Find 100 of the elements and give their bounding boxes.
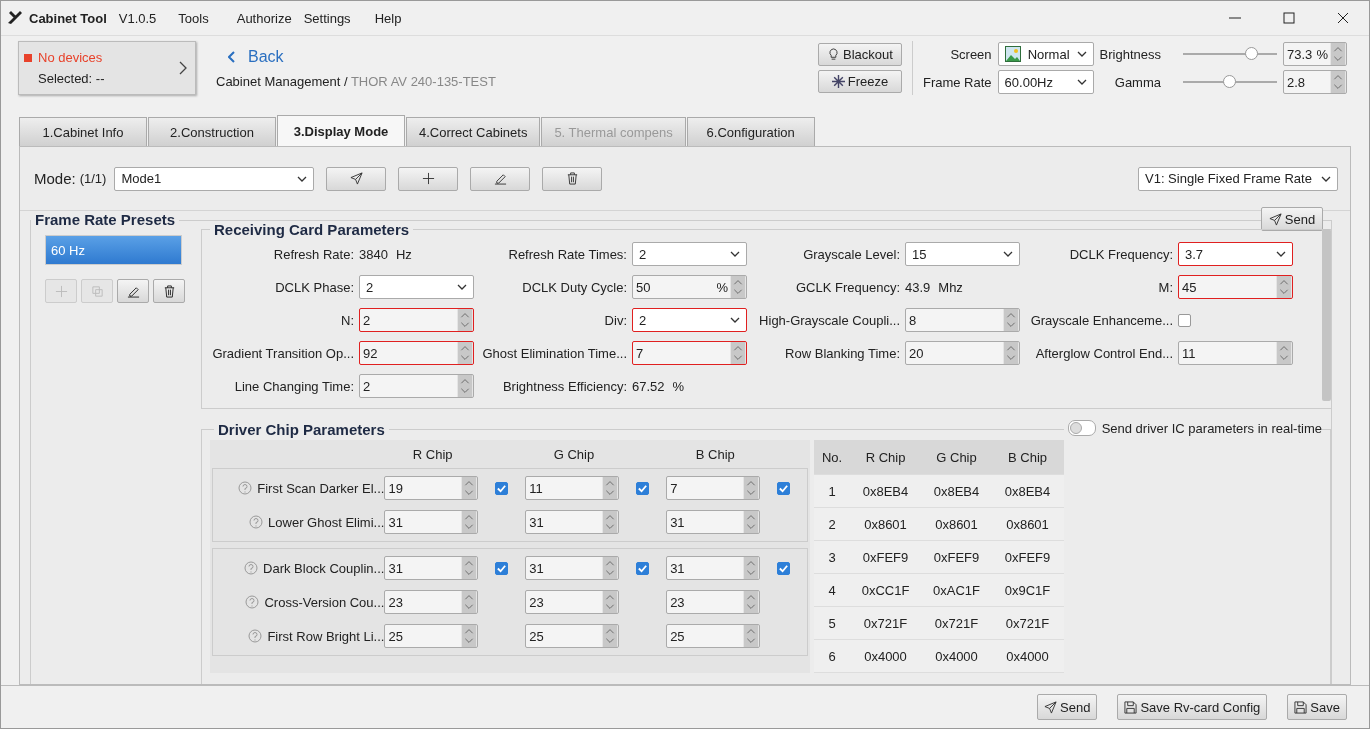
spinner-arrows-icon[interactable] — [457, 342, 473, 364]
spinner-arrows-icon[interactable] — [602, 477, 619, 499]
number-field[interactable]: 31 — [384, 510, 479, 534]
spinner-arrows-icon[interactable] — [461, 557, 478, 579]
number-field[interactable]: 31 — [666, 510, 761, 534]
edit-button[interactable] — [470, 166, 531, 191]
dropdown[interactable]: 2 — [632, 242, 747, 266]
scrollbar[interactable] — [1322, 229, 1331, 401]
number-field[interactable]: 2 — [359, 374, 474, 398]
tab[interactable]: 3.Display Mode — [277, 115, 405, 146]
spinner-arrows-icon[interactable] — [461, 625, 478, 647]
dropdown[interactable]: 3.7 — [1178, 242, 1293, 266]
screen-dropdown[interactable]: Normal — [997, 42, 1094, 66]
spinner-arrows-icon[interactable] — [602, 557, 619, 579]
number-field[interactable]: 8 — [905, 308, 1020, 332]
tab[interactable]: 6.Configuration — [686, 117, 815, 146]
dropdown[interactable]: 2 — [359, 275, 474, 299]
tab[interactable]: 2.Construction — [148, 117, 276, 146]
help-icon[interactable] — [238, 481, 253, 495]
edit-button[interactable] — [117, 279, 149, 303]
gamma-field[interactable]: 2.8 — [1283, 70, 1347, 94]
spinner-arrows-icon[interactable] — [743, 557, 760, 579]
number-field[interactable]: 2 — [359, 308, 474, 332]
number-field[interactable]: 31 — [666, 556, 761, 580]
checkbox[interactable] — [636, 561, 650, 575]
number-field[interactable]: 7 — [632, 341, 747, 365]
number-field[interactable]: 92 — [359, 341, 474, 365]
spinner-arrows-icon[interactable] — [1276, 276, 1292, 298]
spinner-arrows-icon[interactable] — [743, 477, 760, 499]
tab[interactable]: 4.Correct Cabinets — [406, 117, 541, 146]
spinner-arrows-icon[interactable] — [1003, 309, 1019, 331]
number-field[interactable]: 20 — [905, 341, 1020, 365]
help-icon[interactable] — [244, 561, 258, 575]
number-field[interactable]: 19 — [384, 476, 479, 500]
breadcrumb[interactable]: Cabinet Management / — [216, 73, 348, 89]
checkbox[interactable] — [777, 481, 791, 495]
checkbox[interactable] — [495, 561, 509, 575]
number-field[interactable]: 23 — [525, 590, 620, 614]
number-field[interactable]: 23 — [384, 590, 479, 614]
menu-item[interactable]: Authorize — [236, 10, 292, 26]
save-button[interactable]: Save — [1287, 694, 1347, 720]
spinner-arrows-icon[interactable] — [1003, 342, 1019, 364]
number-field[interactable]: 25 — [525, 624, 620, 648]
menu-item[interactable]: Help — [374, 10, 402, 26]
checkbox[interactable] — [636, 481, 650, 495]
number-field[interactable]: 23 — [666, 590, 761, 614]
number-field[interactable]: 31 — [525, 556, 620, 580]
menu-item[interactable]: Settings — [303, 10, 351, 26]
spinner-arrows-icon[interactable] — [602, 625, 619, 647]
dropdown[interactable]: 15 — [905, 242, 1020, 266]
spinner-arrows-icon[interactable] — [743, 625, 760, 647]
spinner-arrows-icon[interactable] — [461, 511, 478, 533]
toggle-switch[interactable] — [1067, 420, 1096, 436]
spinner-arrows-icon[interactable] — [461, 477, 478, 499]
help-icon[interactable] — [249, 515, 264, 529]
number-field[interactable]: 7 — [666, 476, 761, 500]
checkbox[interactable] — [777, 561, 791, 575]
number-field[interactable]: 50 % — [632, 275, 747, 299]
mode-dropdown[interactable]: Mode1 — [114, 166, 315, 191]
freeze-button[interactable]: Freeze — [817, 70, 902, 93]
send-button[interactable]: Send — [1261, 207, 1323, 231]
save-config-button[interactable]: Save Rv-card Config — [1117, 694, 1268, 720]
spinner-arrows-icon[interactable] — [743, 591, 760, 613]
spinner-arrows-icon[interactable] — [457, 309, 473, 331]
number-field[interactable]: 25 — [384, 624, 479, 648]
spinner-arrows-icon[interactable] — [1330, 43, 1346, 65]
spinner-arrows-icon[interactable] — [461, 591, 478, 613]
spinner-arrows-icon[interactable] — [602, 591, 619, 613]
close-icon[interactable] — [1337, 12, 1349, 24]
spinner-arrows-icon[interactable] — [1330, 71, 1346, 93]
number-field[interactable]: 31 — [384, 556, 479, 580]
checkbox[interactable] — [495, 481, 509, 495]
blackout-button[interactable]: Blackout — [817, 43, 902, 66]
help-icon[interactable] — [248, 629, 263, 643]
back-link[interactable]: Back — [216, 47, 496, 66]
number-field[interactable]: 11 — [525, 476, 620, 500]
spinner-arrows-icon[interactable] — [730, 342, 746, 364]
tab[interactable]: 1.Cabinet Info — [19, 117, 147, 146]
send-button[interactable]: Send — [1037, 694, 1098, 720]
help-icon[interactable] — [245, 595, 260, 609]
spinner-arrows-icon[interactable] — [457, 375, 473, 397]
send-button[interactable] — [326, 166, 387, 191]
number-field[interactable]: 11 — [1178, 341, 1293, 365]
brightness-field[interactable]: 73.3 % — [1283, 42, 1347, 66]
spinner-arrows-icon[interactable] — [1276, 342, 1292, 364]
checkbox[interactable] — [1178, 313, 1191, 327]
number-field[interactable]: 25 — [666, 624, 761, 648]
spinner-arrows-icon[interactable] — [730, 276, 746, 298]
dropdown[interactable]: 2 — [632, 308, 747, 332]
preset-item[interactable]: 60 Hz — [45, 235, 182, 265]
version-dropdown[interactable]: V1: Single Fixed Frame Rate — [1138, 166, 1338, 191]
add-button[interactable] — [398, 166, 459, 191]
spinner-arrows-icon[interactable] — [743, 511, 760, 533]
delete-button[interactable] — [542, 166, 603, 191]
menu-item[interactable]: Tools — [178, 10, 209, 26]
number-field[interactable]: 45 — [1178, 275, 1293, 299]
spinner-arrows-icon[interactable] — [602, 511, 619, 533]
frame-rate-dropdown[interactable]: 60.00Hz — [997, 70, 1094, 94]
maximize-icon[interactable] — [1283, 12, 1295, 24]
device-panel[interactable]: No devices Selected: -- — [18, 41, 196, 95]
